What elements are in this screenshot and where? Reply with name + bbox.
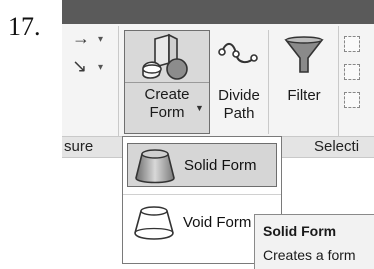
panel-separator [268,30,269,134]
chevron-down-icon[interactable]: ▼ [195,103,204,113]
select-links-icon[interactable] [344,36,360,52]
select-pinned-icon[interactable] [344,92,360,108]
divide-path-icon [218,43,258,64]
divide-path-label-line1: Divide [218,87,260,104]
dimension-dropdown-caret[interactable]: ▾ [98,62,103,73]
menu-item-label: Solid Form [184,157,257,174]
menu-item-solid-form[interactable]: Solid Form [127,143,277,187]
panel-separator [338,26,339,136]
panel-separator [118,26,119,136]
selection-tools [342,32,374,132]
measure-dropdown-caret[interactable]: ▾ [98,34,103,45]
filter-button[interactable]: Filter [274,30,334,105]
align-dimension-icon[interactable]: ↘ [72,56,87,77]
tooltip: Solid Form Creates a form [254,214,374,269]
void-form-icon [134,206,174,240]
menu-divider [123,194,281,195]
filter-label: Filter [287,87,321,104]
measure-panel-title: sure [62,136,118,158]
select-underlay-icon[interactable] [344,64,360,80]
tooltip-title: Solid Form [263,223,337,239]
create-form-icon-area[interactable] [125,31,209,83]
divide-path-button[interactable]: Divide Path [214,30,264,123]
measure-panel-label: sure [64,138,94,155]
revit-screenshot: → ▾ ↘ ▾ Create Form ▼ Divide Path Filter… [62,0,374,269]
divide-path-label-line2: Path [223,105,255,122]
measure-between-icon[interactable]: → [72,28,90,49]
selection-panel-label: Selecti [314,138,360,155]
solid-form-icon [135,149,175,184]
filter-icon [284,36,324,73]
title-strip [62,0,374,24]
create-form-button[interactable]: Create Form ▼ [124,30,210,134]
step-number: 17. [8,12,41,41]
create-form-label-line1: Create [144,86,190,103]
create-form-icon [142,33,188,80]
tooltip-description: Creates a form [263,247,356,263]
menu-item-label: Void Form [183,214,252,231]
